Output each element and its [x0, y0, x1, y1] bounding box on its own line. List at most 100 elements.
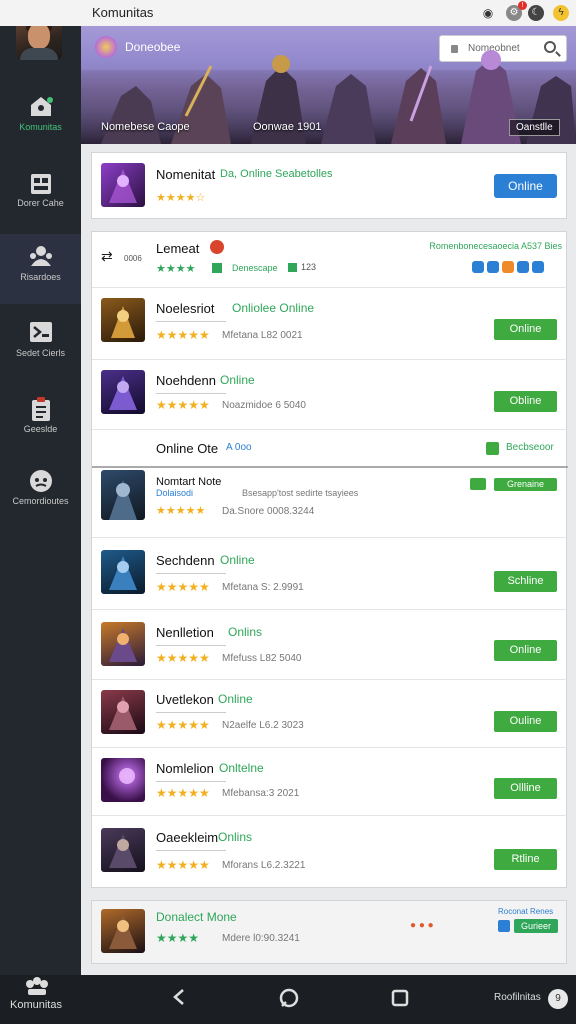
sidebar-item-grid[interactable]: Sedet Cierls: [0, 310, 81, 380]
lightning-icon[interactable]: ϟ: [553, 5, 569, 21]
sidebar-item-people[interactable]: Risardoes: [0, 234, 81, 304]
game-name: Noehdenn: [156, 373, 216, 388]
profile-label[interactable]: Roofilnitas: [494, 992, 541, 1003]
game-thumbnail: [101, 758, 145, 802]
header-code: 0006: [124, 254, 142, 263]
info-icon[interactable]: 9: [548, 989, 568, 1009]
online-button[interactable]: Ollline: [494, 778, 557, 799]
avatar-face: [28, 23, 50, 49]
game-name: Nomenitat: [156, 167, 216, 182]
section-right[interactable]: Becbseoor: [506, 442, 554, 453]
online-button[interactable]: Ouline: [494, 711, 557, 732]
list-item[interactable]: Nenlletion Onlins —————————— ★★★★★ Mfefu…: [92, 610, 568, 680]
game-tag: Onlins: [218, 830, 253, 844]
back-icon[interactable]: [170, 987, 190, 1007]
vr-icon[interactable]: ◉: [480, 5, 496, 21]
banner-action-button[interactable]: Oanstlle: [509, 119, 560, 136]
rating-stars: ★★★★★: [156, 651, 210, 665]
game-subtitle: ——————————: [156, 709, 226, 716]
online-button[interactable]: Online: [494, 640, 557, 661]
game-extra: Bsesapp'tost sedirte tsayiees: [242, 488, 359, 498]
footer-right-top: Roconat Renes: [498, 907, 554, 916]
rating-stars: ★★★★★: [156, 858, 210, 872]
game-tag: Onlins: [228, 625, 263, 639]
featured-card[interactable]: Nomenitat Da, Online Seabetolles ★★★★☆ O…: [91, 152, 567, 219]
online-button[interactable]: Online: [494, 174, 557, 198]
share-icons: [472, 260, 544, 278]
game-meta: Mdere l0:90.3241: [222, 933, 300, 944]
game-subtitle: ——————————: [156, 318, 226, 325]
title-bar: Komunitas ◉ ⚙ ! ☾ ϟ: [0, 0, 576, 26]
game-name: Donalect Mone: [156, 910, 237, 924]
list-item[interactable]: Nomlelion Onltelne —————————— ★★★★★ Mfeb…: [92, 748, 568, 816]
game-subtitle: ——————————: [156, 390, 226, 397]
game-meta: Noazmidoe 6 5040: [222, 400, 306, 411]
banner-caption-mid: Oonwae 1901: [253, 121, 322, 133]
alert-icon: !: [518, 1, 527, 10]
online-button[interactable]: Schline: [494, 571, 557, 592]
sidebar-item-label: Cemordioutes: [12, 496, 69, 506]
grid-icon: [28, 320, 54, 344]
share-icon[interactable]: [498, 920, 510, 932]
game-tag: Onltelne: [219, 761, 264, 775]
game-button[interactable]: Grenaine: [494, 478, 557, 491]
recent-apps-icon[interactable]: [390, 987, 410, 1007]
banner-caption-left: Nomebese Caope: [101, 121, 190, 133]
section-tag: A 0oo: [226, 442, 252, 453]
check-icon: [486, 442, 499, 455]
moon-icon[interactable]: ☾: [528, 5, 544, 21]
online-button[interactable]: Obline: [494, 391, 557, 412]
game-subtitle: ——————————: [156, 847, 226, 854]
home-icon[interactable]: [278, 987, 300, 1009]
game-tag: Online: [220, 553, 255, 567]
shield-icon: [212, 263, 222, 273]
game-thumbnail: [101, 909, 145, 953]
game-meta: Mforans L6.2.3221: [222, 860, 306, 871]
community-icon[interactable]: [24, 975, 50, 997]
game-meta: Da.Snore 0008.3244: [222, 506, 315, 517]
game-tag: Da, Online Seabetolles: [220, 168, 333, 180]
sidebar-item-komunitas[interactable]: Komunitas: [0, 84, 81, 154]
main-content: Nomenitat Da, Online Seabetolles ★★★★☆ O…: [81, 144, 576, 975]
sidebar-item-label: Komunitas: [19, 122, 62, 132]
facebook-icon[interactable]: [487, 261, 499, 273]
game-meta: Mfetana L82 0021: [222, 330, 303, 341]
check-icon: [470, 478, 486, 490]
footer-card[interactable]: Donalect Mone ★★★★ Mdere l0:90.3241 Roco…: [91, 900, 567, 964]
sidebar-item-chat[interactable]: Cemordioutes: [0, 458, 81, 528]
rss-icon[interactable]: [502, 261, 514, 273]
header-right-text: Romenbonecesaoecia A537 Bies: [429, 241, 562, 251]
sidebar-item-label: Dorer Cahe: [17, 198, 64, 208]
rating-stars: ★★★★★: [156, 398, 210, 412]
sidebar-item-store[interactable]: Dorer Cahe: [0, 160, 81, 230]
game-thumbnail: [101, 470, 145, 520]
game-meta: N2aelfe L6.2 3023: [222, 720, 304, 731]
game-thumbnail: [101, 163, 145, 207]
message-icon[interactable]: [532, 261, 544, 273]
game-name: Nenlletion: [156, 625, 214, 640]
list-item[interactable]: Oaeekleim Onlins —————————— ★★★★★ Mforan…: [92, 816, 568, 888]
list-item-expanded[interactable]: Nomtart Note Dolaisodi Bsesapp'tost sedi…: [92, 468, 568, 538]
game-name: Sechdenn: [156, 553, 215, 568]
footer-button[interactable]: Gurieer: [514, 919, 558, 933]
online-button[interactable]: Rtline: [494, 849, 557, 870]
sidebar-item-label: Sedet Cierls: [15, 348, 66, 358]
game-name: Noelesriot: [156, 301, 215, 316]
header-count: 123: [301, 262, 317, 272]
list-item[interactable]: Uvetlekon Online —————————— ★★★★★ N2aelf…: [92, 680, 568, 748]
online-button[interactable]: Online: [494, 319, 557, 340]
check-icon: [288, 263, 297, 272]
twitter-icon[interactable]: [472, 261, 484, 273]
record-icon: [210, 240, 224, 254]
header-stars: ★★★★: [156, 263, 196, 275]
sidebar-item-clipboard[interactable]: Geeslde: [0, 386, 81, 456]
sidebar-item-label: Geeslde: [23, 424, 58, 434]
share-icon[interactable]: [517, 261, 529, 273]
rating-stars: ★★★★★: [156, 718, 210, 732]
header-sub: Denescape: [232, 263, 278, 273]
footer-icons: ● ● ●: [410, 920, 434, 931]
list-item[interactable]: Noelesriot Onliolee Online —————————— ★★…: [92, 288, 568, 360]
nav-label[interactable]: Komunitas: [10, 999, 62, 1011]
list-item[interactable]: Sechdenn Online —————————— ★★★★★ Mfetana…: [92, 538, 568, 610]
list-item[interactable]: Noehdenn Online —————————— ★★★★★ Noazmid…: [92, 360, 568, 430]
